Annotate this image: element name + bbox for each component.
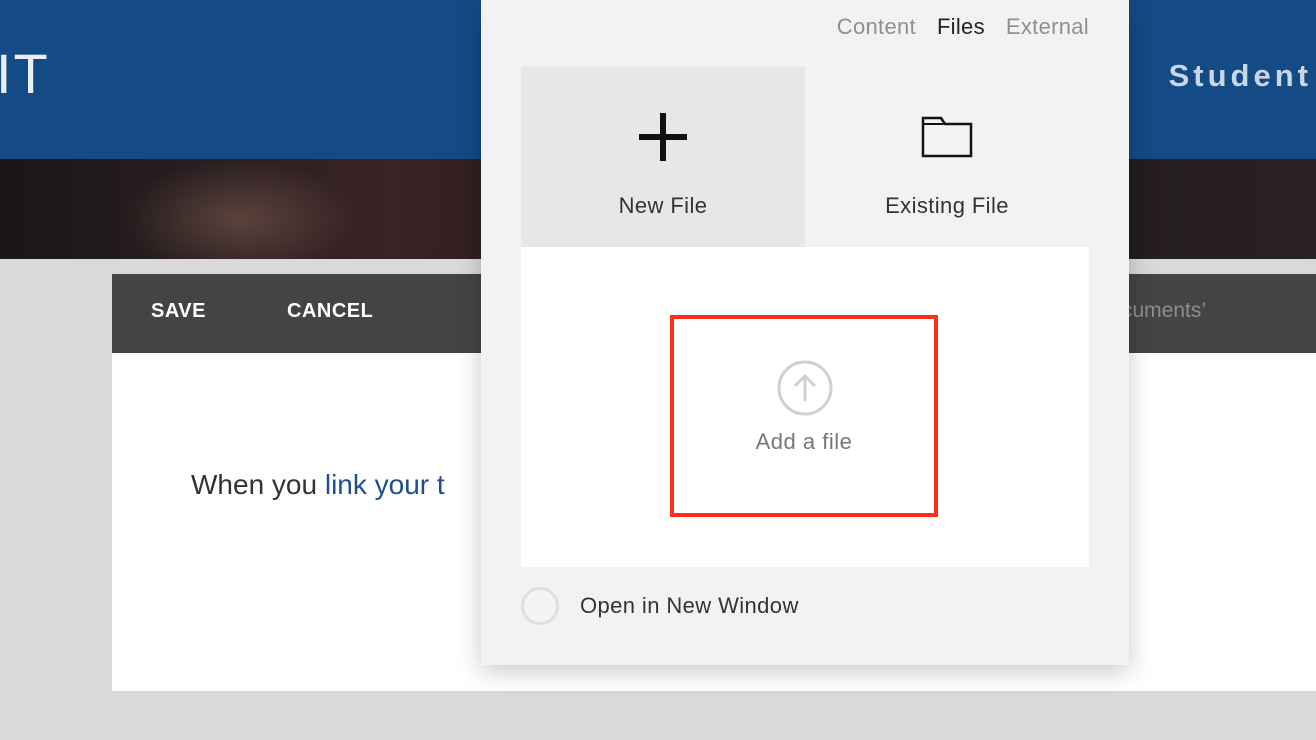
cancel-button[interactable]: CANCEL [287,300,373,323]
existing-file-option[interactable]: Existing File [805,67,1089,247]
open-in-new-window-toggle[interactable]: Open in New Window [521,586,799,626]
nav-item-student[interactable]: Student [1169,58,1312,94]
editor-text-plain: When you [191,469,325,500]
new-window-radio[interactable] [521,587,559,625]
link-dialog: Content Files External New File Existing… [481,0,1129,665]
upload-panel: Add a file [521,247,1089,567]
save-button[interactable]: SAVE [151,300,206,323]
plus-icon [521,111,805,163]
editor-paragraph[interactable]: When you link your t [191,469,445,501]
folder-icon [805,111,1089,163]
add-file-label: Add a file [755,429,853,454]
page: IT Student SAVE CANCEL cuments’ When you… [0,0,1316,740]
new-file-option[interactable]: New File [521,67,805,247]
tab-external[interactable]: External [1006,14,1089,40]
editor-link[interactable]: link your t [325,469,445,500]
upload-arrow-icon [776,359,834,417]
site-logo[interactable]: IT [0,44,50,104]
new-window-label: Open in New Window [580,593,799,618]
add-file-button[interactable]: Add a file [670,315,938,517]
hero-image-detail [120,159,360,259]
existing-file-label: Existing File [885,193,1009,218]
toolbar-hint-text: cuments’ [1122,299,1207,322]
dialog-tabs: Content Files External [837,14,1089,40]
tab-files[interactable]: Files [937,14,985,40]
new-file-label: New File [618,193,708,218]
tab-content[interactable]: Content [837,14,916,40]
